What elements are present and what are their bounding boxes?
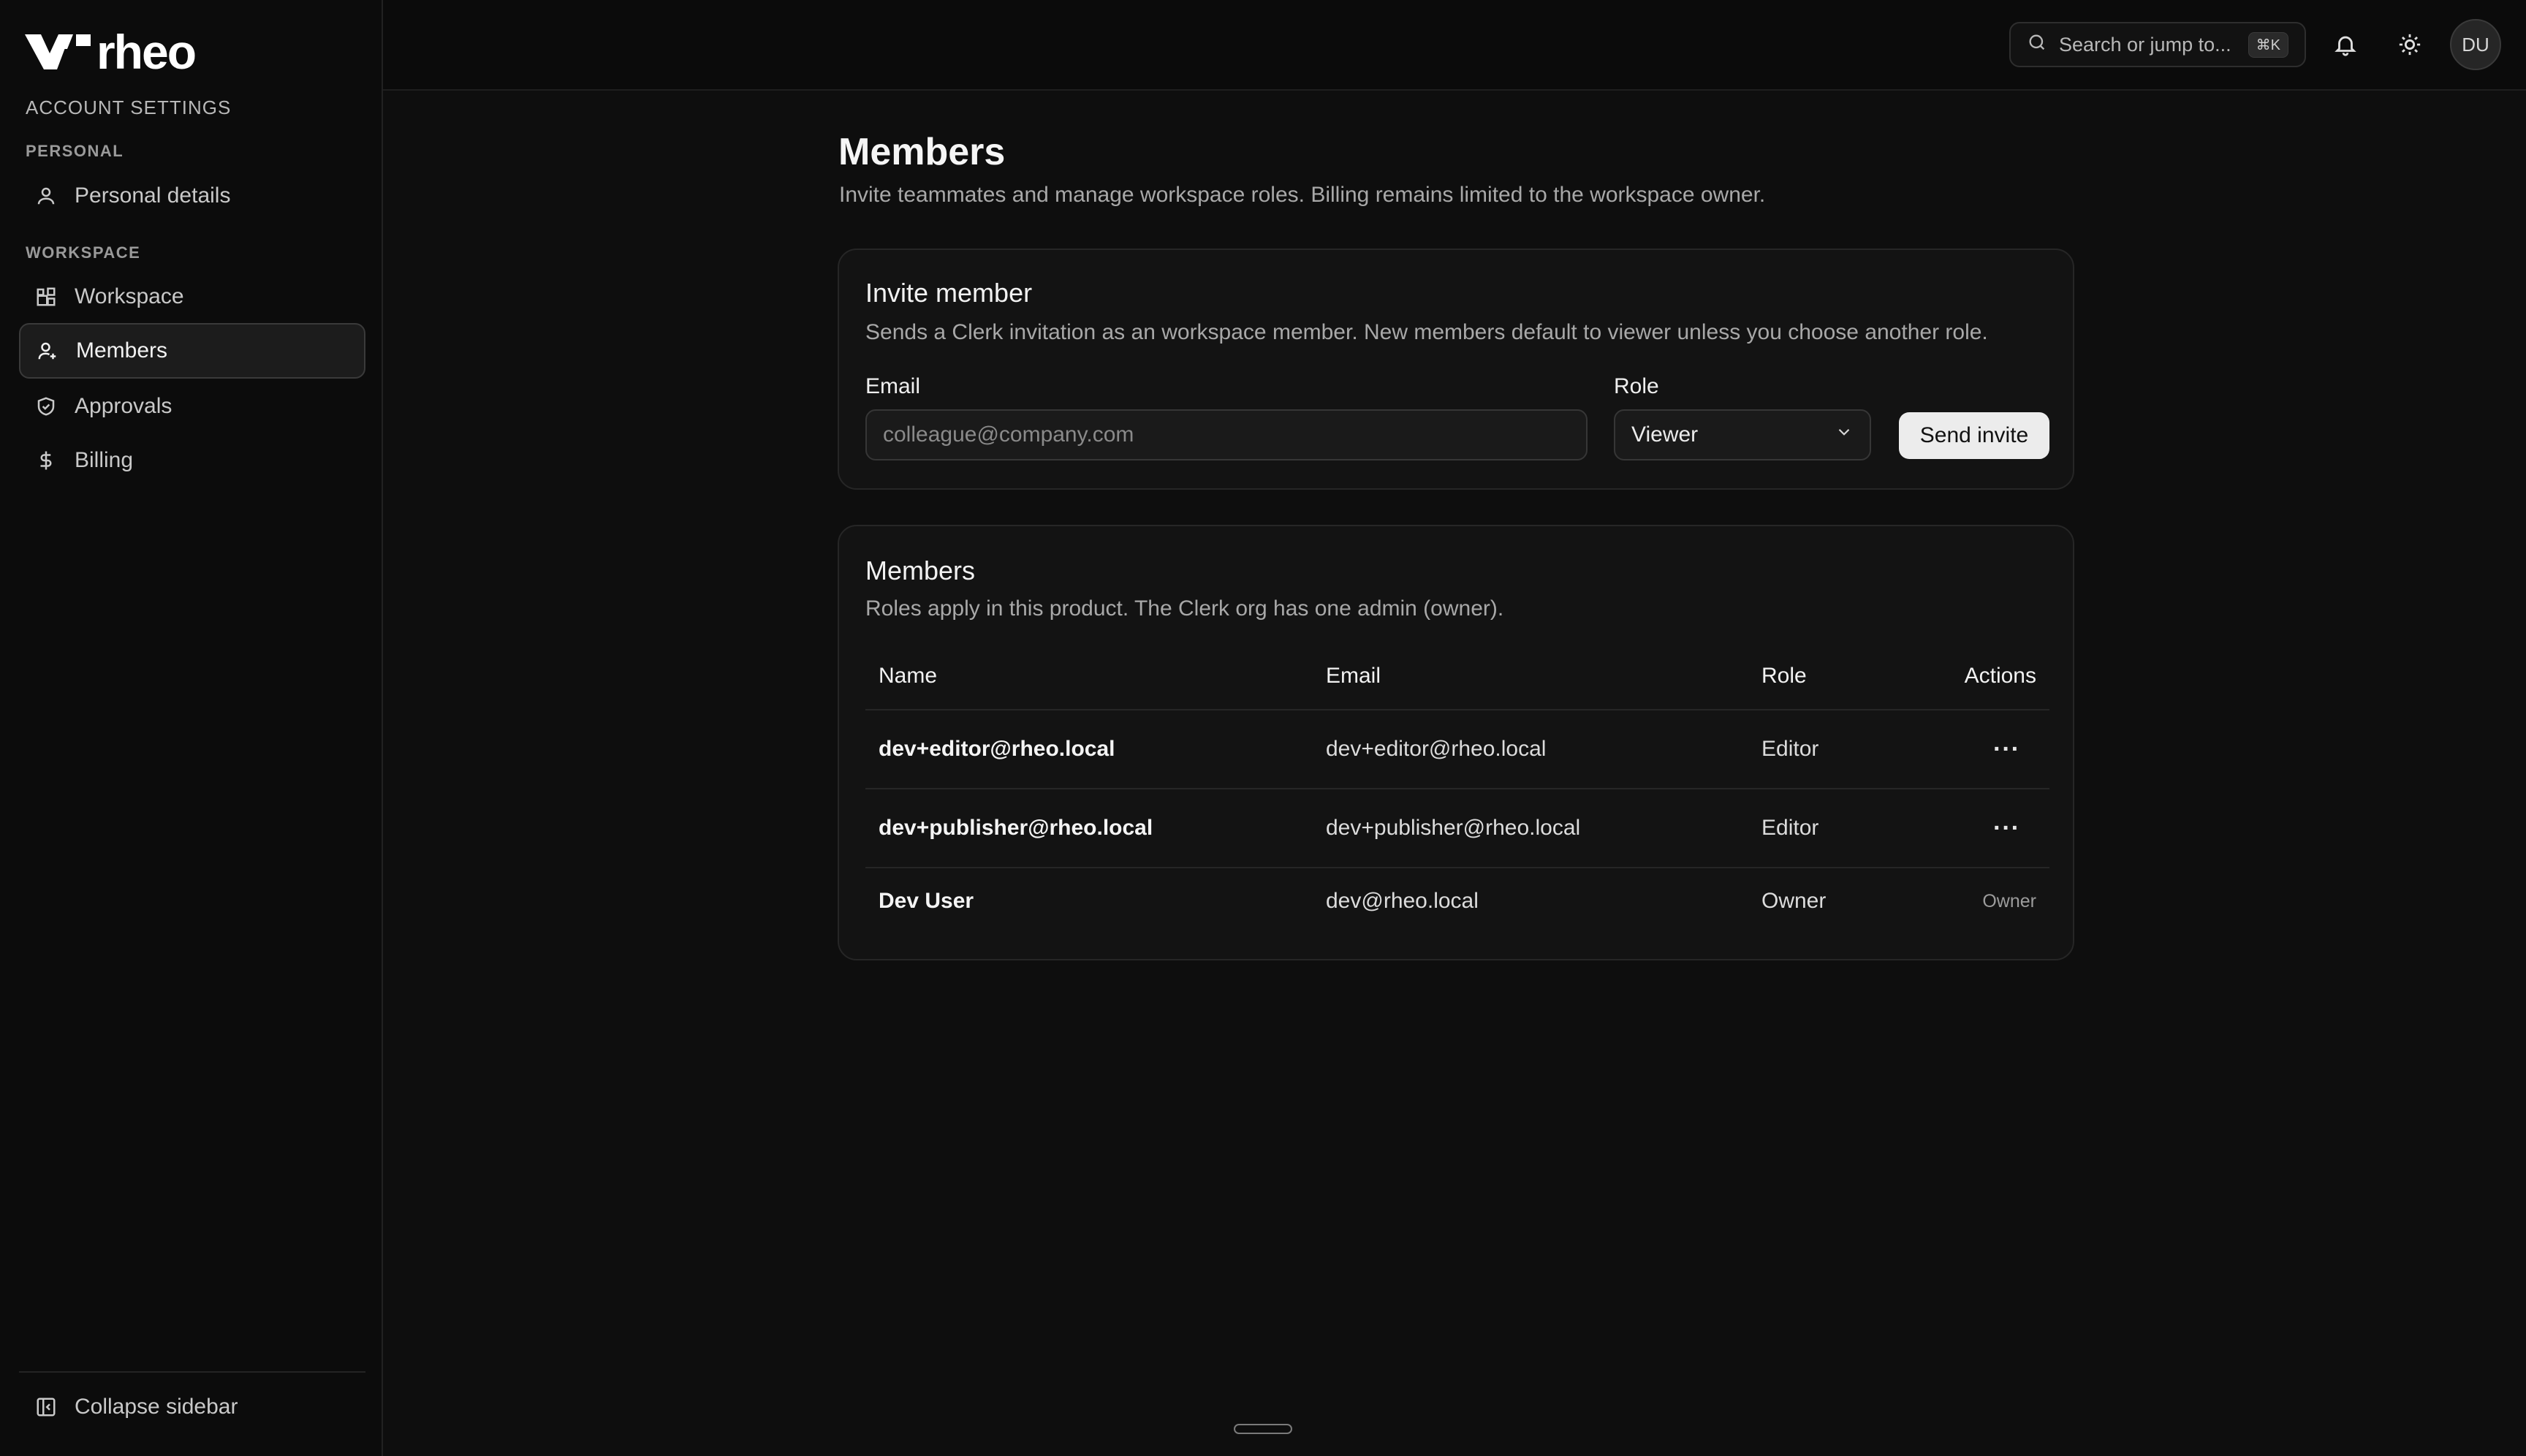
member-role: Owner	[1761, 889, 1827, 913]
member-name: dev+editor@rheo.local	[879, 737, 1115, 761]
table-row: dev+publisher@rheo.local dev+publisher@r…	[865, 789, 2049, 868]
email-label: Email	[865, 374, 921, 398]
members-card-subtitle: Roles apply in this product. The Clerk o…	[865, 596, 1504, 621]
user-icon	[34, 183, 58, 208]
page-title: Members	[838, 131, 1006, 173]
column-header-name: Name	[879, 664, 938, 688]
column-header-actions: Actions	[1964, 664, 2036, 688]
member-email: dev+editor@rheo.local	[1326, 737, 1547, 761]
table-header-row: Name Email Role Actions	[865, 643, 2049, 710]
member-email: dev+publisher@rheo.local	[1326, 816, 1581, 840]
chevron-down-icon	[1835, 422, 1854, 447]
role-select[interactable]: Viewer	[1614, 409, 1871, 460]
sidebar-item-label: Personal details	[75, 183, 231, 208]
section-label: ACCOUNT SETTINGS	[26, 96, 232, 118]
sidebar-collapse-icon	[34, 1395, 58, 1419]
dollar-icon	[34, 448, 58, 473]
members-card-title: Members	[865, 556, 976, 585]
app-name: rheo	[96, 25, 197, 79]
collapse-sidebar-label: Collapse sidebar	[75, 1395, 238, 1419]
role-select-value: Viewer	[1631, 422, 1699, 447]
owner-tag-label: Owner	[1982, 890, 2036, 911]
email-field[interactable]	[865, 409, 1588, 460]
theme-toggle-sun-icon[interactable]	[2393, 28, 2427, 61]
page-subtitle: Invite teammates and manage workspace ro…	[839, 183, 1766, 207]
group-label-workspace: WORKSPACE	[26, 243, 141, 262]
collapse-sidebar-button[interactable]: Collapse sidebar	[34, 1395, 238, 1419]
notifications-bell-icon[interactable]	[2329, 28, 2362, 61]
sidebar-item-workspace[interactable]: Workspace	[19, 269, 365, 325]
invite-member-card: Invite member Sends a Clerk invitation a…	[838, 249, 2074, 490]
members-card: Members Roles apply in this product. The…	[838, 525, 2074, 960]
sidebar: rheo ACCOUNT SETTINGS PERSONAL Personal …	[0, 0, 383, 1456]
sidebar-item-label: Members	[76, 338, 168, 363]
sidebar-item-label: Billing	[75, 448, 134, 472]
shield-check-icon	[34, 394, 58, 419]
sidebar-item-billing[interactable]: Billing	[19, 433, 365, 488]
search-icon	[2027, 32, 2047, 58]
search-shortcut-badge: ⌘K	[2248, 31, 2288, 58]
user-plus-icon	[35, 338, 60, 363]
scroll-handle[interactable]	[1234, 1424, 1292, 1434]
owner-tag: Owner	[1982, 868, 2036, 934]
more-horizontal-icon: ···	[1993, 814, 2020, 842]
member-email: dev@rheo.local	[1326, 889, 1479, 913]
role-label: Role	[1614, 374, 1659, 398]
table-row: dev+editor@rheo.local dev+editor@rheo.lo…	[865, 710, 2049, 789]
avatar[interactable]: DU	[2450, 19, 2501, 70]
column-header-email: Email	[1326, 664, 1381, 688]
sidebar-item-members[interactable]: Members	[19, 323, 365, 379]
rheo-logo-icon	[25, 34, 91, 69]
row-actions-menu-button[interactable]: ···	[1993, 710, 2020, 788]
sidebar-item-label: Approvals	[75, 394, 172, 418]
grid-icon	[34, 284, 58, 309]
search-input[interactable]: Search or jump to... ⌘K	[2009, 22, 2306, 67]
member-name: Dev User	[879, 889, 974, 913]
invite-card-title: Invite member	[865, 278, 1033, 308]
table-row: Dev User dev@rheo.local Owner Owner	[865, 868, 2049, 934]
send-invite-button[interactable]: Send invite	[1899, 412, 2049, 459]
sidebar-item-approvals[interactable]: Approvals	[19, 379, 365, 434]
member-name: dev+publisher@rheo.local	[879, 816, 1153, 840]
member-role: Editor	[1761, 816, 1819, 840]
search-placeholder: Search or jump to...	[2059, 33, 2231, 56]
column-header-role: Role	[1761, 664, 1807, 688]
sidebar-item-label: Workspace	[75, 284, 184, 308]
logo[interactable]: rheo	[25, 25, 197, 79]
member-role: Editor	[1761, 737, 1819, 761]
members-table: Name Email Role Actions dev+editor@rheo.…	[865, 643, 2049, 934]
row-actions-menu-button[interactable]: ···	[1993, 789, 2020, 867]
invite-card-subtitle: Sends a Clerk invitation as an workspace…	[865, 320, 1988, 344]
group-label-personal: PERSONAL	[26, 142, 124, 160]
more-horizontal-icon: ···	[1993, 735, 2020, 763]
sidebar-item-personal-details[interactable]: Personal details	[19, 168, 365, 224]
sidebar-divider	[19, 1371, 365, 1373]
